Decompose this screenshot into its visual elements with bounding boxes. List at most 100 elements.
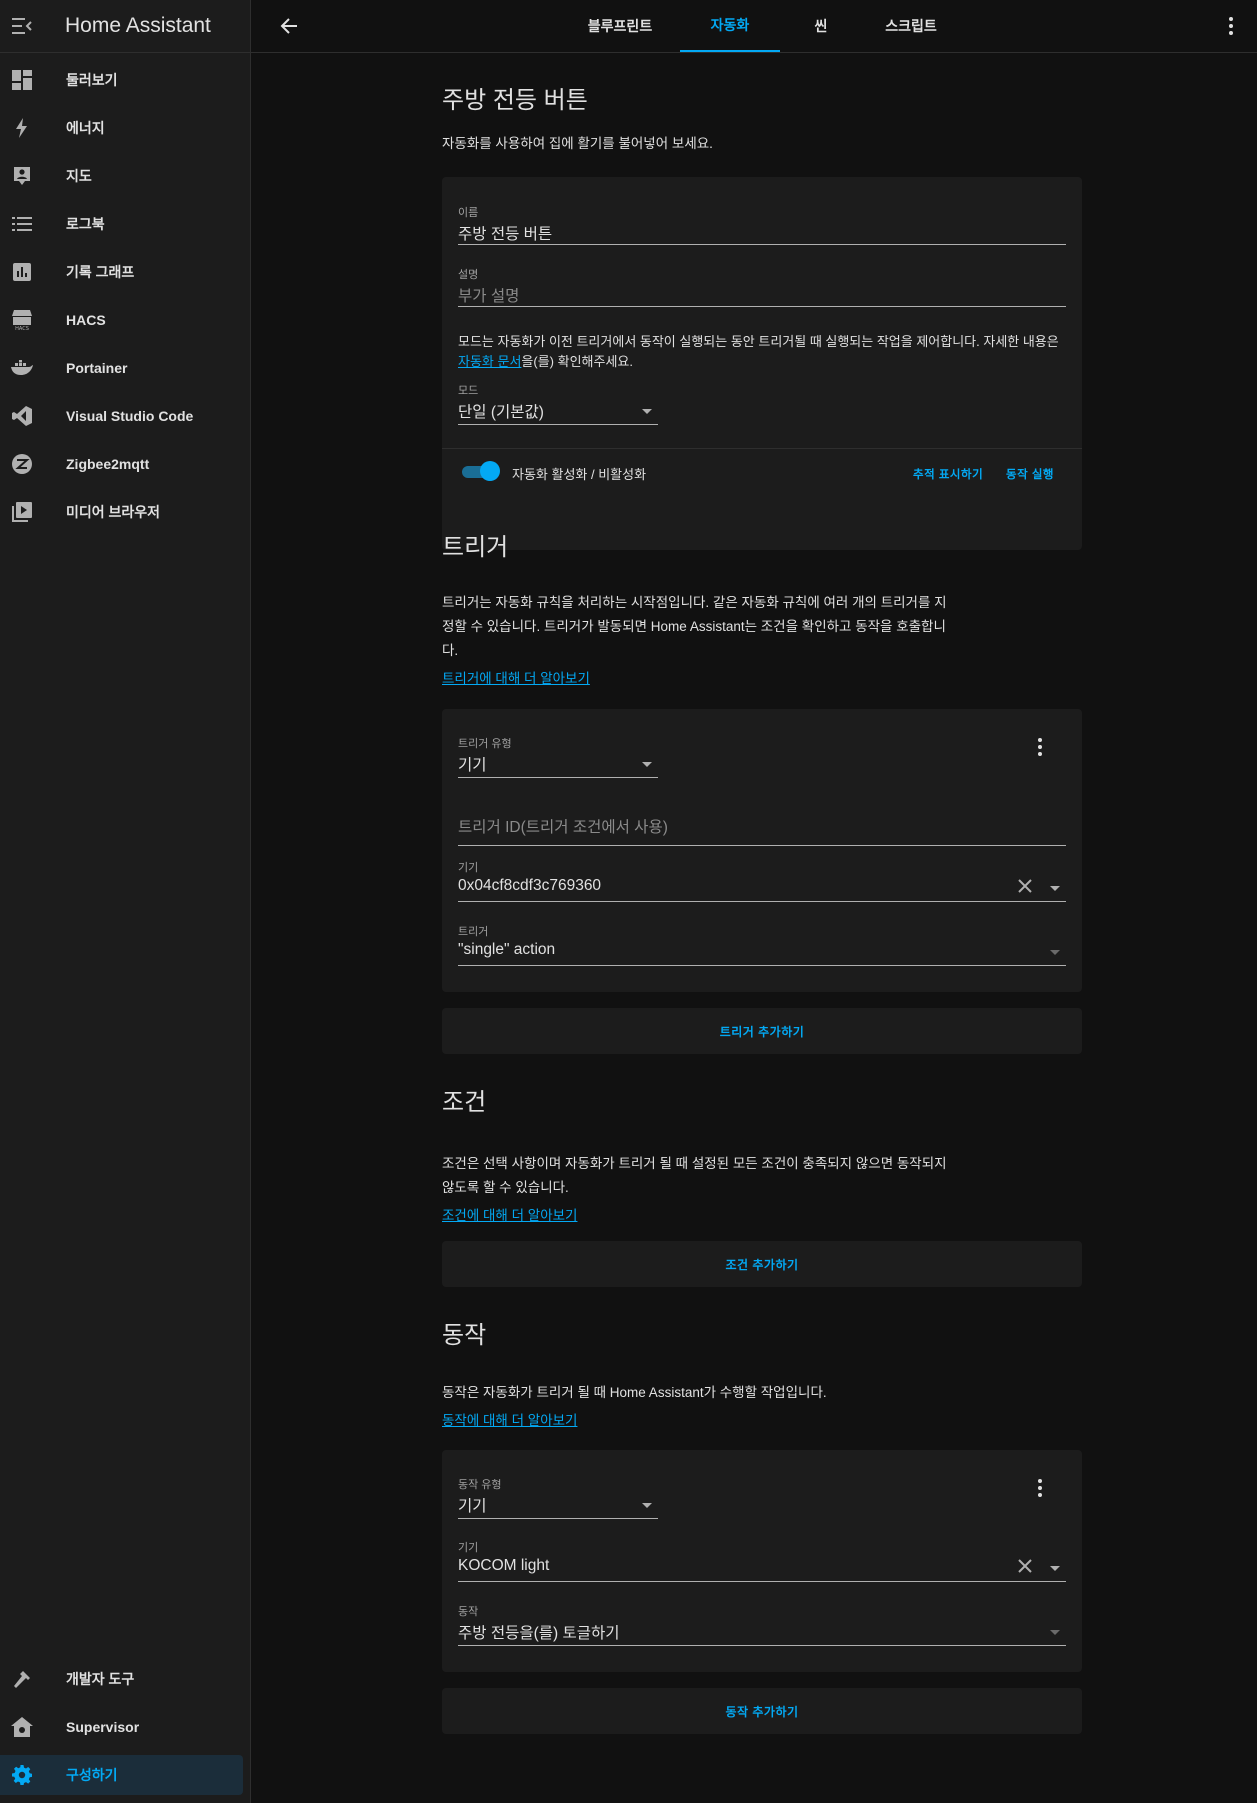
intro-text: 자동화를 사용하여 집에 활기를 불어넣어 보세요. [442, 136, 713, 151]
sidebar-item-logbook[interactable]: 로그북 [0, 204, 244, 244]
sidebar-item-media-browser[interactable]: 미디어 브라우저 [0, 492, 244, 532]
add-action-button[interactable]: 동작 추가하기 [725, 1703, 798, 1720]
action-overflow-menu-icon[interactable] [1028, 1476, 1052, 1500]
dropdown-caret-icon[interactable] [1050, 1566, 1060, 1571]
trigger-id-field[interactable]: 트리거 ID(트리거 조건에서 사용) [458, 815, 1066, 846]
mode-value: 단일 (기본값) [458, 404, 544, 421]
dropdown-caret-icon[interactable] [1050, 886, 1060, 891]
clear-icon[interactable] [1016, 1557, 1034, 1575]
dropdown-caret-icon[interactable] [1050, 950, 1060, 955]
tab-scripts[interactable]: 스크립트 [861, 0, 961, 52]
sidebar-item-label: 기록 그래프 [66, 264, 135, 280]
show-trace-button[interactable]: 추적 표시하기 [913, 466, 983, 482]
overflow-menu-icon[interactable] [1219, 14, 1243, 38]
triggers-learn-more-link[interactable]: 트리거에 대해 더 알아보기 [442, 667, 590, 687]
conditions-heading: 조건 [442, 1089, 487, 1116]
tab-blueprints[interactable]: 블루프린트 [570, 0, 670, 52]
sidebar: Home Assistant 둘러보기 에너지 지도 로그북 기록 그래프 HA… [0, 0, 251, 1803]
trigger-type-value: 기기 [458, 757, 487, 774]
sidebar-item-supervisor[interactable]: Supervisor [0, 1707, 244, 1747]
name-label: 이름 [458, 207, 479, 219]
dropdown-caret-icon [642, 409, 652, 414]
action-type-value: 기기 [458, 1498, 487, 1515]
sidebar-item-label: Portainer [66, 360, 128, 376]
sidebar-item-label: Visual Studio Code [66, 408, 194, 424]
sidebar-item-energy[interactable]: 에너지 [0, 108, 244, 148]
sidebar-header: Home Assistant [0, 0, 250, 53]
hammer-icon [10, 1667, 34, 1691]
sidebar-item-label: 개발자 도구 [66, 1671, 135, 1687]
sidebar-item-label: 로그북 [66, 216, 105, 232]
tab-automations[interactable]: 자동화 [680, 0, 780, 52]
trigger-overflow-menu-icon[interactable] [1028, 735, 1052, 759]
trigger-type-select[interactable]: 트리거 유형 기기 [458, 735, 658, 778]
trigger-device-select[interactable]: 기기 0x04cf8cdf3c769360 [458, 859, 1066, 902]
description-field[interactable]: 설명 부가 설명 [458, 266, 1066, 307]
app-title: Home Assistant [65, 14, 211, 37]
trigger-type-label: 트리거 유형 [458, 738, 512, 750]
list-icon [10, 212, 34, 236]
tab-scenes[interactable]: 씬 [791, 0, 851, 52]
sidebar-item-overview[interactable]: 둘러보기 [0, 60, 244, 100]
hacs-icon: HACS [10, 308, 34, 332]
mode-select[interactable]: 모드 단일 (기본값) [458, 382, 658, 425]
supervisor-home-icon [10, 1715, 34, 1739]
action-select[interactable]: 동작 주방 전등을(를) 토글하기 [458, 1603, 1066, 1646]
automation-docs-link[interactable]: 자동화 문서 [458, 354, 521, 369]
device-value: KOCOM light [458, 1557, 550, 1574]
automation-settings-card: 이름 주방 전등 버튼 설명 부가 설명 모드는 자동화가 이전 트리거에서 동… [442, 177, 1082, 550]
conditions-learn-more-link[interactable]: 조건에 대해 더 알아보기 [442, 1204, 577, 1224]
vscode-icon [10, 404, 34, 428]
action-label: 동작 [458, 1606, 479, 1618]
sidebar-item-map[interactable]: 지도 [0, 156, 244, 196]
action-device-select[interactable]: 기기 KOCOM light [458, 1539, 1066, 1582]
back-arrow-icon[interactable] [276, 13, 302, 39]
triggers-desc-line-1: 트리거는 자동화 규칙을 처리하는 시작점입니다. 같은 자동화 규칙에 여러 … [442, 595, 947, 610]
toggle-knob [480, 461, 500, 481]
actions-learn-more-link[interactable]: 동작에 대해 더 알아보기 [442, 1409, 577, 1429]
mode-help-text: 모드는 자동화가 이전 트리거에서 동작이 실행되는 동안 트리거될 때 실행되… [458, 334, 1059, 369]
actions-desc: 동작은 자동화가 트리거 될 때 Home Assistant가 수행할 작업입… [442, 1385, 827, 1400]
sidebar-item-label: 미디어 브라우저 [66, 504, 161, 520]
action-card: 동작 유형 기기 기기 KOCOM light 동작 주방 전등을(를) 토글하… [442, 1450, 1082, 1672]
enable-toggle[interactable] [462, 461, 500, 481]
sidebar-item-zigbee2mqtt[interactable]: Zigbee2mqtt [0, 444, 244, 484]
name-field[interactable]: 이름 주방 전등 버튼 [458, 204, 1066, 245]
divider [442, 448, 1082, 449]
sidebar-item-label: 구성하기 [66, 1767, 118, 1783]
sidebar-item-developer-tools[interactable]: 개발자 도구 [0, 1659, 244, 1699]
trigger-select[interactable]: 트리거 "single" action [458, 923, 1066, 966]
sidebar-item-portainer[interactable]: Portainer [0, 348, 244, 388]
add-trigger-card: 트리거 추가하기 [442, 1008, 1082, 1054]
add-condition-card: 조건 추가하기 [442, 1241, 1082, 1287]
trigger-card: 트리거 유형 기기 트리거 ID(트리거 조건에서 사용) 기기 0x04cf8… [442, 709, 1082, 992]
triggers-heading: 트리거 [442, 534, 509, 561]
add-condition-button[interactable]: 조건 추가하기 [725, 1256, 798, 1273]
top-app-bar: 블루프린트 자동화 씬 스크립트 [251, 0, 1257, 53]
name-value: 주방 전등 버튼 [458, 226, 553, 243]
sidebar-item-vscode[interactable]: Visual Studio Code [0, 396, 244, 436]
device-value: 0x04cf8cdf3c769360 [458, 877, 602, 894]
docker-icon [10, 356, 34, 380]
trigger-id-placeholder: 트리거 ID(트리거 조건에서 사용) [458, 819, 668, 836]
sidebar-item-label: Zigbee2mqtt [66, 456, 150, 472]
menu-collapse-icon[interactable] [11, 15, 33, 37]
conditions-desc-line-1: 조건은 선택 사항이며 자동화가 트리거 될 때 설정된 모든 조건이 충족되지… [442, 1156, 947, 1171]
dropdown-caret-icon[interactable] [1050, 1630, 1060, 1635]
sidebar-item-history[interactable]: 기록 그래프 [0, 252, 244, 292]
chart-icon [10, 260, 34, 284]
triggers-desc-line-3: 다. [442, 643, 459, 658]
dropdown-caret-icon [642, 1503, 652, 1508]
dashboard-icon [10, 68, 34, 92]
sidebar-item-config[interactable]: 구성하기 [0, 1755, 243, 1795]
action-type-select[interactable]: 동작 유형 기기 [458, 1476, 658, 1519]
media-icon [10, 500, 34, 524]
clear-icon[interactable] [1016, 877, 1034, 895]
add-trigger-button[interactable]: 트리거 추가하기 [720, 1023, 805, 1040]
sidebar-item-label: 에너지 [66, 120, 105, 136]
run-actions-button[interactable]: 동작 실행 [1006, 466, 1054, 482]
map-person-icon [10, 164, 34, 188]
lightning-icon [10, 116, 34, 140]
trigger-value: "single" action [458, 941, 556, 958]
sidebar-item-hacs[interactable]: HACS HACS [0, 300, 244, 340]
